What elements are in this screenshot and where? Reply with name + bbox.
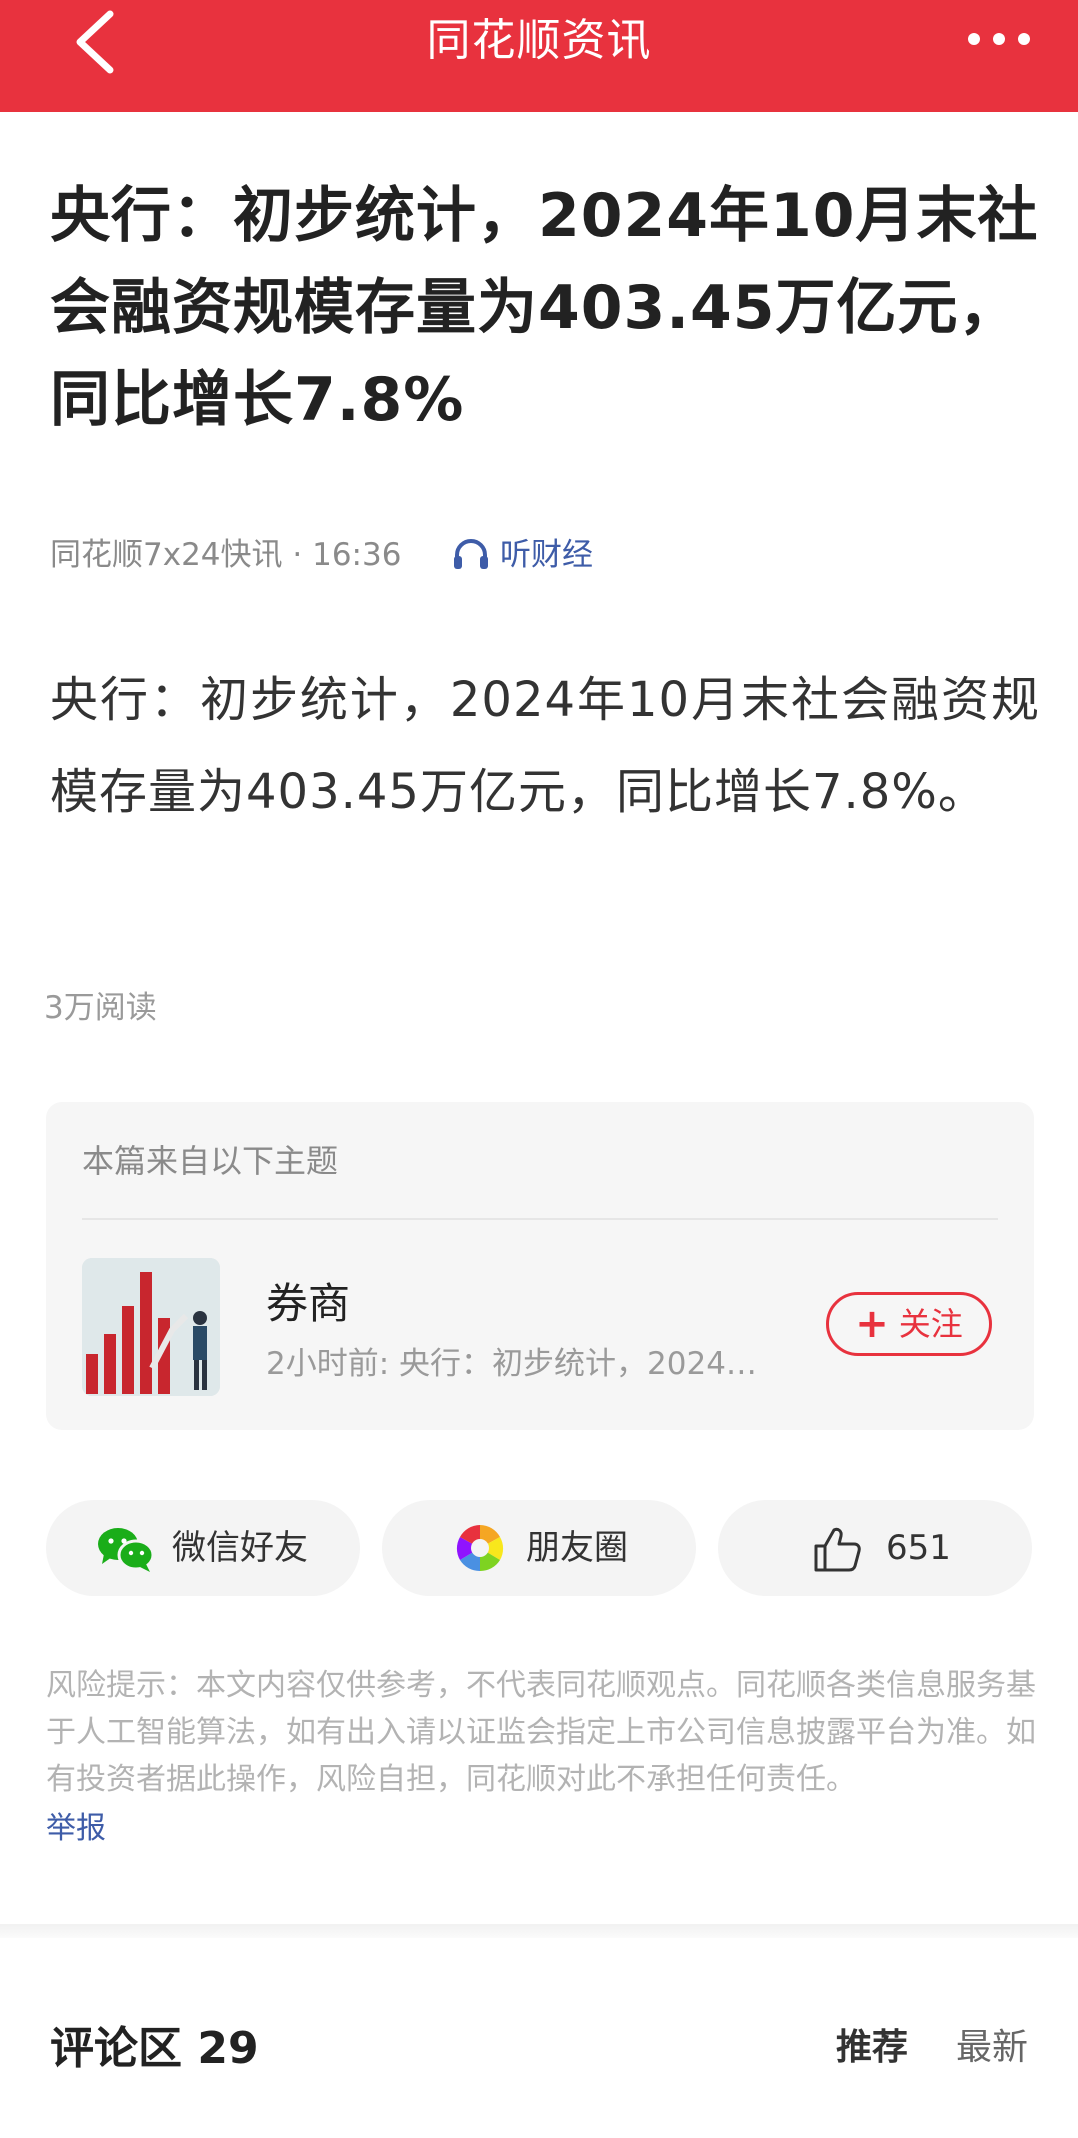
bar-chart-illustration-icon [82, 1258, 220, 1396]
headphones-icon [454, 538, 488, 569]
wechat-icon [98, 1528, 155, 1572]
topic-thumbnail [82, 1258, 220, 1396]
share-moments-button[interactable]: 朋友圈 [382, 1500, 696, 1596]
follow-button[interactable]: + 关注 [826, 1292, 992, 1356]
plus-icon: + [855, 1301, 889, 1347]
topic-heading: 本篇来自以下主题 [82, 1142, 339, 1180]
more-options-button[interactable] [964, 24, 1034, 54]
more-dots-icon [968, 33, 1030, 45]
wechat-label: 微信好友 [172, 1528, 308, 1568]
thumbs-up-icon [814, 1527, 861, 1572]
article-meta: 同花顺7x24快讯 · 16:36 [50, 532, 401, 578]
article-source: 同花顺7x24快讯 [50, 537, 283, 573]
listen-button[interactable]: 听财经 [452, 532, 593, 578]
top-app-bar: 同花顺资讯 [0, 0, 1078, 112]
section-divider [0, 1924, 1078, 1938]
report-link[interactable]: 举报 [46, 1805, 106, 1852]
article-time: 16:36 [312, 537, 402, 573]
risk-notice: 风险提示：本文内容仅供参考，不代表同花顺观点。同花顺各类信息服务基于人工智能算法… [46, 1668, 1036, 1797]
like-button[interactable]: 651 [718, 1500, 1032, 1596]
topic-divider [82, 1218, 998, 1220]
topic-summary: 2小时前: 央行：初步统计，2024年10月末社会融资规模存量为403.45万亿… [266, 1346, 786, 1382]
sort-latest-tab[interactable]: 最新 [956, 2018, 1028, 2070]
like-count: 651 [886, 1528, 951, 1568]
meta-separator: · [292, 537, 303, 573]
sort-recommended-tab[interactable]: 推荐 [836, 2018, 908, 2070]
comments-count: 29 [197, 2023, 259, 2074]
comments-title: 评论区 [50, 2023, 182, 2074]
comments-heading: 评论区 29 [50, 2012, 259, 2076]
moments-aperture-icon [456, 1525, 504, 1572]
share-wechat-button[interactable]: 微信好友 [46, 1500, 360, 1596]
topic-name: 券商 [266, 1279, 351, 1328]
article-body: 央行：初步统计，2024年10月末社会融资规模存量为403.45万亿元，同比增长… [50, 672, 1040, 820]
listen-label: 听财经 [500, 537, 593, 573]
topic-card[interactable]: 本篇来自以下主题 券商 2小时前: 央行：初步统计，2024年10月末社会融资规… [46, 1102, 1034, 1430]
read-count: 3万阅读 [44, 990, 157, 1026]
article-title: 央行：初步统计，2024年10月末社会融资规模存量为403.45万亿元，同比增长… [50, 181, 1039, 435]
app-title: 同花顺资讯 [426, 15, 652, 66]
follow-label: 关注 [898, 1305, 963, 1343]
moments-label: 朋友圈 [526, 1528, 628, 1568]
